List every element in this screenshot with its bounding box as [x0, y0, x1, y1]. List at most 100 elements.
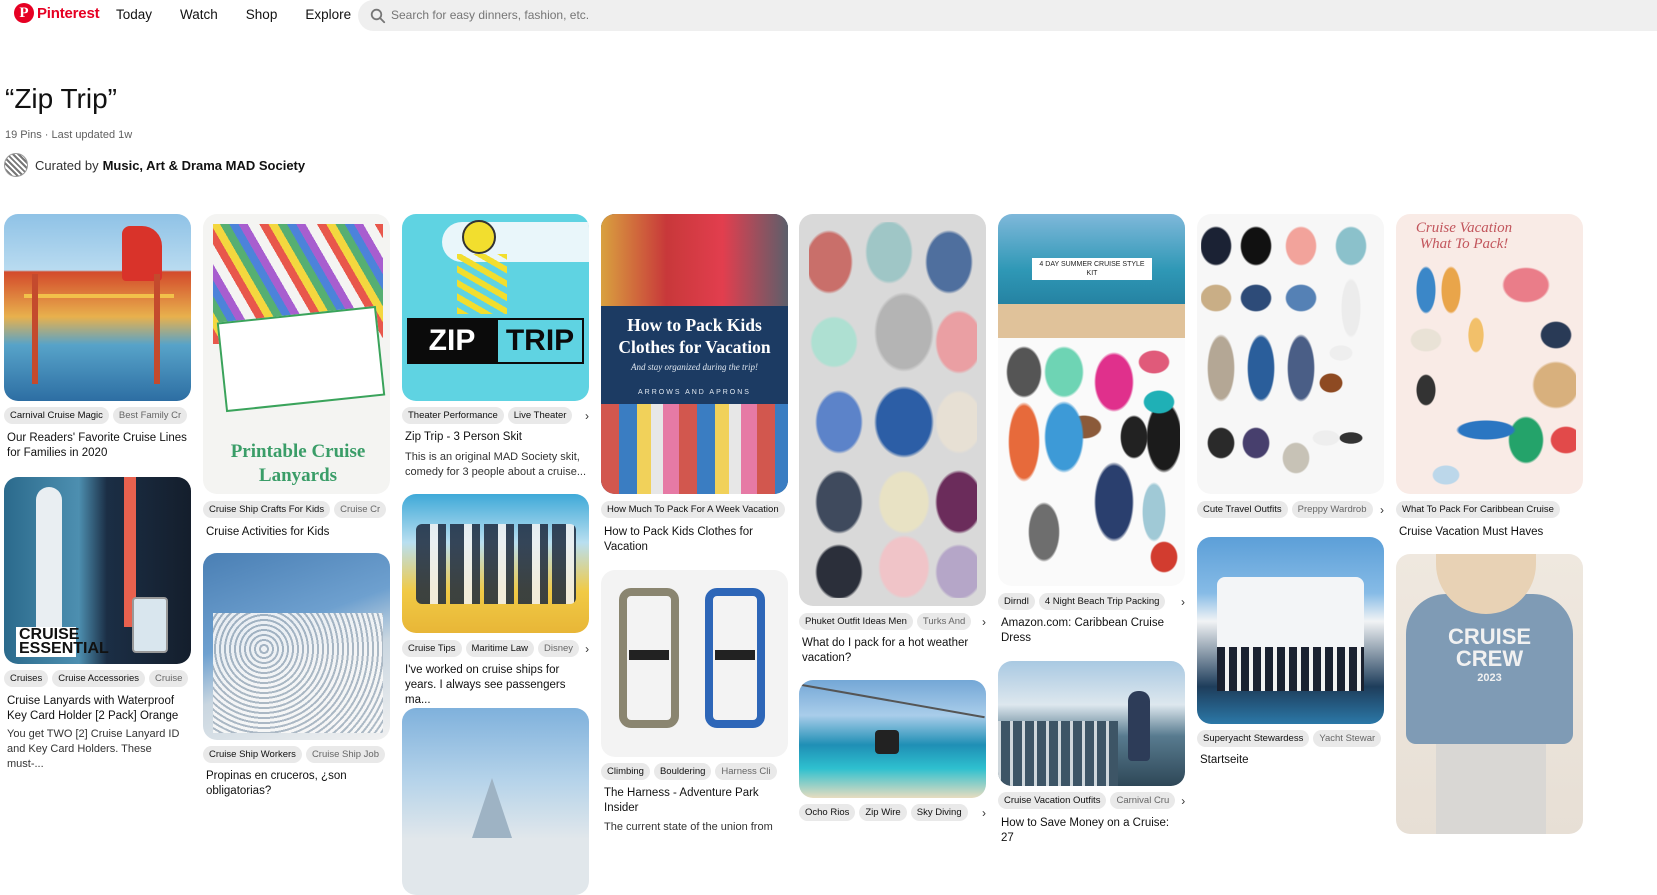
tag-chip[interactable]: Superyacht Stewardess: [1197, 730, 1310, 747]
pin-title[interactable]: What do I pack for a hot weather vacatio…: [802, 636, 984, 666]
board-meta: 19 Pins · Last updated 1w: [5, 129, 133, 141]
tag-chip[interactable]: Cruise Ship Crafts For Kids: [203, 501, 331, 518]
pin-tags: Climbing Bouldering Harness Cli: [601, 763, 788, 780]
pin-title[interactable]: Propinas en cruceros, ¿son obligatorias?: [206, 769, 388, 799]
pin-image[interactable]: [402, 708, 589, 895]
tag-chip[interactable]: Cruises: [4, 670, 49, 687]
pin-title[interactable]: Our Readers' Favorite Cruise Lines for F…: [7, 431, 189, 461]
tag-chip[interactable]: Cruise Vacation Outfits: [998, 792, 1107, 809]
chevron-right-icon[interactable]: ›: [1179, 794, 1185, 808]
chevron-right-icon[interactable]: ›: [980, 615, 986, 629]
pin-title[interactable]: Startseite: [1200, 753, 1382, 768]
tag-chip[interactable]: Cruise Ship Workers: [203, 746, 302, 763]
pin-image[interactable]: Cruise Vacation What To Pack!: [1396, 214, 1583, 494]
curator-avatar[interactable]: [4, 153, 28, 177]
nav-explore[interactable]: Explore: [305, 7, 351, 22]
tag-chip[interactable]: Cute Travel Outfits: [1197, 501, 1288, 518]
pin-image[interactable]: [1197, 537, 1384, 724]
nav-watch[interactable]: Watch: [180, 7, 218, 22]
chevron-right-icon[interactable]: ›: [980, 806, 986, 820]
tag-chip[interactable]: Zip Wire: [859, 804, 907, 821]
pin-title[interactable]: Cruise Activities for Kids: [206, 525, 388, 540]
pin-image[interactable]: [1197, 214, 1384, 494]
tag-chip[interactable]: Sky Diving: [910, 804, 968, 821]
chevron-right-icon[interactable]: ›: [583, 409, 589, 423]
nav-shop[interactable]: Shop: [246, 7, 278, 22]
pinterest-logo[interactable]: P Pinterest: [14, 3, 100, 23]
curator-name[interactable]: Music, Art & Drama MAD Society: [103, 158, 306, 173]
tag-chip[interactable]: 4 Night Beach Trip Packing: [1038, 593, 1166, 610]
pin-image-text: 2023: [1477, 672, 1502, 684]
search-input[interactable]: [389, 6, 989, 24]
tag-chip[interactable]: Phuket Outfit Ideas Men: [799, 613, 913, 630]
pin-image[interactable]: [799, 214, 986, 606]
pin-image[interactable]: [203, 553, 390, 740]
pin-image[interactable]: [998, 661, 1185, 786]
pin-image[interactable]: CRUISE ESSENTIAL: [4, 477, 191, 664]
pin-title[interactable]: Cruise Vacation Must Haves: [1399, 525, 1581, 540]
pin-title[interactable]: Amazon.com: Caribbean Cruise Dress: [1001, 616, 1183, 646]
pin-image-brand: ARROWS AND APRONS: [638, 389, 751, 396]
chevron-right-icon[interactable]: ›: [389, 748, 390, 762]
tag-chip[interactable]: Cruise: [148, 670, 189, 687]
chevron-right-icon[interactable]: ›: [1378, 503, 1384, 517]
pin-description: You get TWO [2] Cruise Lanyard ID and Ke…: [7, 728, 180, 770]
pin-image-title: How to Pack Kids Clothes for Vacation: [618, 315, 771, 357]
pin-image-text: ZIP: [428, 324, 476, 357]
tag-chip[interactable]: Theater Performance: [402, 407, 504, 424]
tag-chip[interactable]: Cruise Cr: [334, 501, 387, 518]
pin-tags: Carnival Cruise Magic Best Family Cr ›: [4, 407, 191, 424]
board-title: “Zip Trip”: [5, 83, 117, 114]
pin-image[interactable]: [601, 570, 788, 757]
pin-title[interactable]: I've worked on cruise ships for years. I…: [405, 663, 587, 708]
tag-chip[interactable]: Preppy Wardrob: [1291, 501, 1373, 518]
chevron-right-icon[interactable]: ›: [1179, 595, 1185, 609]
pin-title[interactable]: How to Save Money on a Cruise: 27: [1001, 816, 1183, 846]
pin-title[interactable]: How to Pack Kids Clothes for Vacation: [604, 525, 786, 555]
pin-image[interactable]: [4, 214, 191, 401]
search-bar[interactable]: [358, 0, 1657, 31]
curator-row: Curated by Music, Art & Drama MAD Societ…: [4, 153, 305, 177]
pin-image[interactable]: [402, 494, 589, 633]
pin-image[interactable]: Printable Cruise Lanyards: [203, 214, 390, 494]
tag-chip[interactable]: Cruise Tips: [402, 640, 462, 657]
pin-tags: Ocho Rios Zip Wire Sky Diving ›: [799, 804, 986, 821]
pin-image[interactable]: How to Pack Kids Clothes for Vacation An…: [601, 214, 788, 494]
tag-chip[interactable]: What To Pack For Caribbean Cruise: [1396, 501, 1560, 518]
tag-chip[interactable]: Best Family Cr: [112, 407, 188, 424]
pin-tags: Theater Performance Live Theater ›: [402, 407, 589, 424]
pin-title[interactable]: The Harness - Adventure Park Insider: [604, 786, 786, 816]
tag-chip[interactable]: Live Theater: [507, 407, 573, 424]
pin-description: The current state of the union from: [604, 821, 773, 833]
tag-chip[interactable]: Ocho Rios: [799, 804, 856, 821]
top-bar: P Pinterest Today Watch Shop Explore: [0, 0, 1657, 32]
nav-today[interactable]: Today: [116, 7, 152, 22]
pin-image-text: Printable Cruise Lanyards: [230, 441, 366, 486]
tag-chip[interactable]: Dirndl: [998, 593, 1035, 610]
tag-chip[interactable]: Cruise Accessories: [52, 670, 145, 687]
tag-chip[interactable]: Cruise Ship Job: [305, 746, 385, 763]
pin-description: This is an original MAD Society skit, co…: [405, 451, 586, 478]
pin-image-text: CREW: [1455, 646, 1524, 671]
tag-chip[interactable]: Bouldering: [653, 763, 712, 780]
curated-by-label: Curated by: [35, 157, 99, 173]
pin-image-text: CRUISE: [1447, 624, 1532, 649]
tag-chip[interactable]: Turks And: [916, 613, 972, 630]
tag-chip[interactable]: Disney: [538, 640, 580, 657]
tag-chip[interactable]: Yacht Stewar: [1313, 730, 1382, 747]
tag-chip[interactable]: Climbing: [601, 763, 650, 780]
tag-chip[interactable]: Carnival Cruise Magic: [4, 407, 109, 424]
pin-title[interactable]: Zip Trip - 3 Person Skit: [405, 430, 587, 445]
tag-chip[interactable]: Harness Cli: [715, 763, 777, 780]
tag-chip[interactable]: How Much To Pack For A Week Vacation: [601, 501, 785, 518]
tag-chip[interactable]: Maritime Law: [465, 640, 535, 657]
pin-tags: Cruise Vacation Outfits Carnival Cru ›: [998, 792, 1185, 809]
pin-tags: How Much To Pack For A Week Vacation ›: [601, 501, 788, 518]
pin-image[interactable]: [799, 680, 986, 798]
pin-title[interactable]: Cruise Lanyards with Waterproof Key Card…: [7, 694, 189, 724]
pin-image[interactable]: 4 DAY SUMMER CRUISE STYLE KIT: [998, 214, 1185, 586]
pin-image[interactable]: ZIP TRIP: [402, 214, 589, 401]
tag-chip[interactable]: Carnival Cru: [1110, 792, 1176, 809]
chevron-right-icon[interactable]: ›: [583, 642, 589, 656]
pin-image[interactable]: CRUISE CREW 2023: [1396, 554, 1583, 834]
